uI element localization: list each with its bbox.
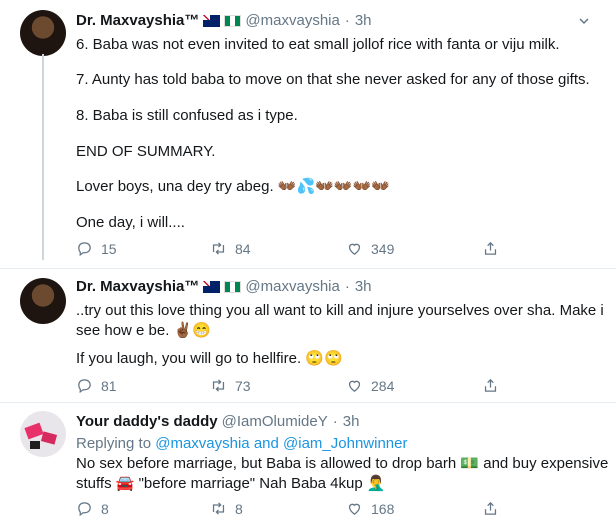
- retweet-button[interactable]: 73: [210, 377, 251, 394]
- nigeria-flag-icon: [224, 14, 242, 27]
- tweet-text: END OF SUMMARY.: [76, 143, 216, 160]
- avatar[interactable]: [20, 10, 66, 56]
- avatar[interactable]: [20, 278, 66, 324]
- tweet[interactable]: Dr. Maxvayshia™ @maxvayshia · 3h ..try o…: [0, 268, 616, 402]
- australia-flag-icon: [203, 14, 221, 27]
- tweet-text: 7. Aunty has told baba to move on that s…: [76, 71, 590, 88]
- reply-button[interactable]: 8: [76, 500, 109, 517]
- share-button[interactable]: [482, 240, 507, 257]
- retweet-button[interactable]: 84: [210, 240, 251, 257]
- retweet-icon: [212, 242, 225, 255]
- reply-button[interactable]: 81: [76, 377, 117, 394]
- retweet-count: 84: [235, 240, 251, 257]
- share-button[interactable]: [482, 500, 507, 517]
- tweet-text: 8. Baba is still confused as i type.: [76, 107, 298, 124]
- tweet[interactable]: Your daddy's daddy @IamOlumideY · 3h Rep…: [0, 402, 616, 522]
- tweet-actions: 8 8 168: [76, 500, 497, 520]
- retweet-icon: [212, 502, 225, 515]
- tweet-actions: 15 84 349: [76, 240, 497, 260]
- like-count: 349: [371, 240, 395, 257]
- tweet-actions: 81 73 284: [76, 377, 497, 397]
- avatar-image-element: [40, 431, 58, 445]
- timestamp[interactable]: 3h: [355, 12, 372, 29]
- replying-to: Replying to @maxvayshia and @iam_Johnwin…: [76, 434, 407, 454]
- mention-link[interactable]: @maxvayshia: [155, 435, 249, 452]
- timestamp[interactable]: 3h: [343, 413, 360, 430]
- tweet-text: No sex before marriage, but Baba is allo…: [76, 455, 609, 472]
- retweet-count: 73: [235, 377, 251, 394]
- tweet-text: Lover boys, una dey try abeg. 👐🏾💦👐🏾👐🏾👐🏾👐…: [76, 178, 390, 195]
- thread-connector: [42, 54, 44, 260]
- tweet-header: Dr. Maxvayshia™ @maxvayshia · 3h: [76, 278, 372, 295]
- reply-count: 81: [101, 377, 117, 394]
- australia-flag-icon: [203, 280, 221, 293]
- like-icon: [348, 503, 361, 515]
- nigeria-flag-icon: [224, 280, 242, 293]
- separator-dot: ·: [344, 12, 350, 29]
- replying-and: and: [253, 435, 279, 452]
- reply-icon: [78, 502, 91, 517]
- separator-dot: ·: [332, 413, 338, 430]
- mention-link[interactable]: @iam_Johnwinner: [283, 435, 407, 452]
- like-count: 168: [371, 500, 395, 517]
- tweet-text: 6. Baba was not even invited to eat smal…: [76, 36, 560, 53]
- avatar-image-element: [24, 422, 44, 440]
- timeline: Dr. Maxvayshia™ @maxvayshia · 3h 6. Baba…: [0, 0, 616, 522]
- share-icon: [484, 378, 497, 392]
- display-name[interactable]: Your daddy's daddy: [76, 413, 218, 430]
- share-icon: [484, 501, 497, 515]
- reply-count: 8: [101, 500, 109, 517]
- reply-icon: [78, 379, 91, 394]
- user-handle[interactable]: @maxvayshia: [245, 12, 339, 29]
- like-button[interactable]: 284: [346, 377, 394, 394]
- chevron-down-icon[interactable]: [578, 14, 590, 26]
- tweet-header: Your daddy's daddy @IamOlumideY · 3h: [76, 413, 359, 430]
- like-icon: [348, 243, 361, 255]
- reply-count: 15: [101, 240, 117, 257]
- tweet-text: stuffs 🚘 "before marriage" Nah Baba 4kup…: [76, 475, 386, 492]
- tweet-text: If you laugh, you will go to hellfire. 🙄…: [76, 350, 343, 367]
- avatar[interactable]: [20, 411, 66, 457]
- reply-icon: [78, 242, 91, 257]
- retweet-count: 8: [235, 500, 243, 517]
- user-handle[interactable]: @maxvayshia: [245, 278, 339, 295]
- tweet-text: One day, i will....: [76, 214, 185, 231]
- timestamp[interactable]: 3h: [355, 278, 372, 295]
- display-name[interactable]: Dr. Maxvayshia™: [76, 278, 199, 295]
- tweet-text: see how e be. ✌🏾😁: [76, 322, 211, 339]
- tweet-text: ..try out this love thing you all want t…: [76, 302, 604, 319]
- retweet-button[interactable]: 8: [210, 500, 243, 517]
- reply-button[interactable]: 15: [76, 240, 117, 257]
- share-button[interactable]: [482, 377, 507, 394]
- separator-dot: ·: [344, 278, 350, 295]
- tweet[interactable]: Dr. Maxvayshia™ @maxvayshia · 3h 6. Baba…: [0, 0, 616, 268]
- user-handle[interactable]: @IamOlumideY: [222, 413, 328, 430]
- like-button[interactable]: 168: [346, 500, 394, 517]
- tweet-header: Dr. Maxvayshia™ @maxvayshia · 3h: [76, 12, 372, 29]
- replying-to-label: Replying to: [76, 435, 152, 452]
- avatar-image-element: [30, 441, 40, 449]
- retweet-icon: [212, 379, 225, 392]
- display-name[interactable]: Dr. Maxvayshia™: [76, 12, 199, 29]
- like-button[interactable]: 349: [346, 240, 394, 257]
- like-icon: [348, 380, 361, 392]
- like-count: 284: [371, 377, 395, 394]
- share-icon: [484, 241, 497, 255]
